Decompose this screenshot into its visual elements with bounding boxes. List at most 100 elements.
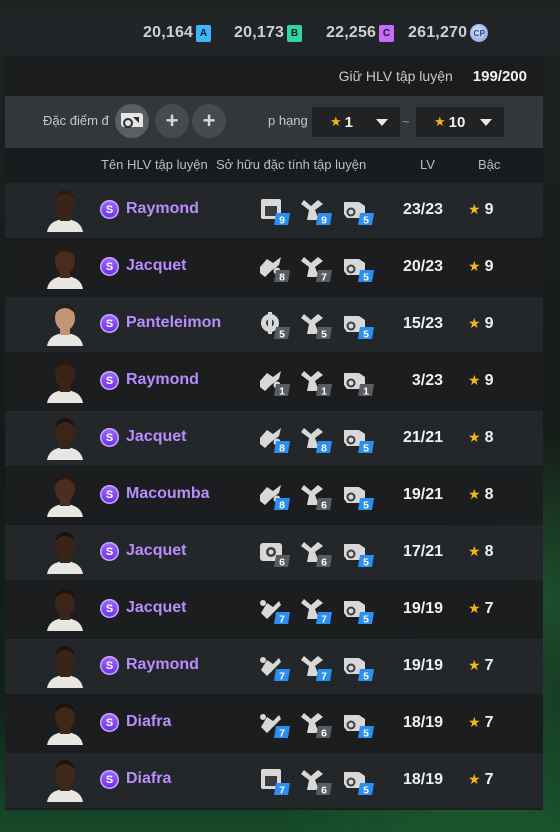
trait-gear-icon: 5 [261, 312, 290, 341]
coach-count-label: Giữ HLV tập luyện [338, 68, 453, 84]
coach-avatar [47, 589, 83, 631]
col-grade[interactable]: Bậc [478, 157, 500, 172]
coach-avatar [47, 703, 83, 745]
grade-value: 8 [484, 429, 494, 446]
coach-traits: 6 6 5 [257, 538, 377, 568]
coach-row[interactable]: S Macoumba 8 6 5 19/21 ★ 8 [5, 468, 543, 523]
col-traits[interactable]: Sở hữu đặc tính tập luyện [216, 157, 366, 172]
ball-trait-icon [121, 113, 143, 128]
col-name[interactable]: Tên HLV tập luyện [101, 157, 208, 172]
trait-ball-icon: 5 [344, 658, 374, 683]
trait-trophy-icon: 6 [301, 770, 332, 796]
rank-min-value: 1 [344, 113, 353, 131]
trait-tackle-icon: 8 [260, 257, 290, 283]
trait-kick-icon: 7 [260, 714, 290, 739]
currency-b-icon: B [287, 24, 303, 42]
grade-value: 8 [484, 543, 494, 560]
trait-ball-icon: 5 [344, 715, 374, 739]
coach-grade: ★ 7 [468, 771, 493, 789]
coach-traits: 5 5 5 [257, 310, 377, 340]
coach-row[interactable]: S Raymond 7 7 5 19/19 ★ 7 [5, 639, 543, 694]
season-badge: S [100, 371, 119, 390]
coach-level: 19/21 [402, 486, 443, 503]
coach-row[interactable]: S Diafra 7 6 5 18/19 ★ 7 [5, 696, 543, 751]
coach-name: Raymond [126, 200, 199, 217]
grade-value: 9 [484, 258, 494, 275]
coach-avatar [47, 190, 83, 232]
trait-level: 1 [279, 386, 285, 398]
trait-trophy-icon: 1 [301, 371, 332, 397]
coach-level: 20/23 [402, 258, 443, 275]
trait-level: 5 [363, 671, 369, 683]
add-trait-filter-button-2[interactable]: + [192, 104, 226, 138]
coach-level: 3/23 [411, 372, 443, 389]
trait-kick-icon: 7 [260, 657, 290, 682]
coach-row[interactable]: S Diafra 7 6 5 18/19 ★ 7 [5, 753, 543, 808]
trait-tackle-icon: 1 [260, 371, 290, 398]
coach-level: 17/21 [402, 543, 443, 560]
coach-level: 18/19 [402, 714, 443, 731]
grade-value: 7 [484, 600, 494, 617]
trait-level: 8 [279, 500, 285, 512]
coach-name: Raymond [126, 371, 199, 388]
season-badge: S [100, 542, 119, 561]
rank-max-select[interactable]: ★ 10 [416, 107, 504, 137]
trait-level: 7 [321, 614, 327, 626]
season-badge: S [100, 770, 119, 789]
trait-level: 7 [321, 671, 327, 683]
coach-traits: 7 6 5 [257, 766, 377, 796]
star-icon: ★ [468, 771, 481, 787]
col-lv[interactable]: LV [420, 157, 435, 172]
coach-row[interactable]: S Jacquet 7 7 5 19/19 ★ 7 [5, 582, 543, 637]
trait-filter-slot-1[interactable] [115, 104, 149, 138]
trait-level: 5 [363, 785, 369, 797]
coach-row[interactable]: S Jacquet 6 6 5 17/21 ★ 8 [5, 525, 543, 580]
trait-trophy-icon: 6 [301, 485, 332, 511]
coach-count-value: 199/200 [472, 67, 527, 85]
coach-row[interactable]: S Panteleimon 5 5 5 15/23 ★ 9 [5, 297, 543, 352]
trait-trophy-icon: 6 [301, 713, 332, 739]
star-icon: ★ [468, 486, 481, 502]
trait-level: 5 [321, 329, 327, 341]
coach-grade: ★ 7 [468, 657, 493, 675]
currency-cp-value: 261,270 [408, 24, 468, 41]
coach-row[interactable]: S Jacquet 8 7 5 20/23 ★ 9 [5, 240, 543, 295]
coach-name: Jacquet [126, 257, 187, 274]
trait-level: 9 [321, 215, 327, 227]
coach-row[interactable]: S Raymond 9 9 5 23/23 ★ 9 [5, 183, 543, 238]
grade-value: 8 [484, 486, 494, 503]
trait-level: 8 [279, 443, 285, 455]
column-header: Tên HLV tập luyện Sở hữu đặc tính tập lu… [5, 148, 543, 180]
trait-trophy-icon: 7 [301, 257, 332, 283]
coach-row[interactable]: S Raymond 1 1 1 3/23 ★ 9 [5, 354, 543, 409]
coach-name: Macoumba [126, 485, 210, 502]
currency-bar: 20,164 A 20,173 B 22,256 C 261,270 CP [0, 8, 560, 56]
coach-traits: 7 7 5 [257, 595, 377, 625]
coach-grade: ★ 9 [468, 372, 493, 390]
trait-trophy-icon: 7 [301, 656, 332, 683]
coach-row[interactable]: S Jacquet 8 8 5 21/21 ★ 8 [5, 411, 543, 466]
trait-training-icon: 7 [261, 769, 290, 796]
coach-traits: 8 6 5 [257, 481, 377, 511]
trait-level: 5 [279, 329, 285, 341]
coach-name: Panteleimon [126, 314, 222, 331]
coach-name: Diafra [126, 770, 172, 787]
star-icon: ★ [468, 315, 481, 331]
star-icon: ★ [468, 600, 481, 616]
coach-grade: ★ 9 [468, 315, 493, 333]
rank-min-select[interactable]: ★ 1 [312, 107, 400, 137]
plus-icon: + [165, 108, 179, 133]
season-badge: S [100, 713, 119, 732]
coach-name: Jacquet [126, 542, 187, 559]
coach-grade: ★ 8 [468, 429, 493, 447]
star-icon: ★ [468, 543, 481, 559]
trait-tackle-icon: 8 [260, 428, 290, 455]
trait-ball-icon: 5 [344, 202, 374, 226]
trait-trophy-icon: 9 [301, 200, 332, 227]
currency-c: 22,256 C [326, 23, 395, 43]
add-trait-filter-button[interactable]: + [155, 104, 189, 138]
coach-avatar [47, 760, 83, 802]
coach-avatar [47, 418, 83, 460]
coach-avatar [47, 646, 83, 688]
coach-level: 19/19 [402, 600, 443, 617]
